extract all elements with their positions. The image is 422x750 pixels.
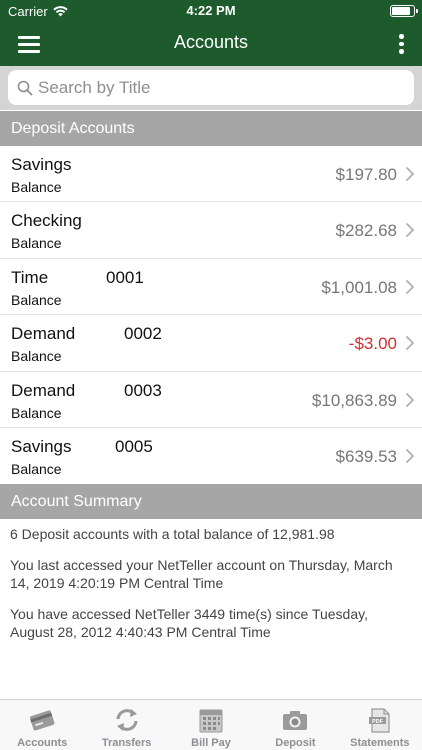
summary-last-access-text: You last accessed your NetTeller account… [10, 557, 393, 591]
pdf-document-icon: PDF [368, 708, 390, 733]
chevron-right-icon [406, 279, 414, 294]
account-number: 0001 [106, 267, 144, 287]
tab-transfers[interactable]: Transfers [84, 700, 168, 750]
battery-icon [390, 5, 418, 17]
status-bar: Carrier 4:22 PM [0, 0, 422, 22]
tab-bill-pay[interactable]: Bill Pay [169, 700, 253, 750]
account-amount: $197.80 [335, 165, 397, 184]
account-balance-label: Balance [11, 348, 62, 365]
account-balance-label: Balance [11, 291, 62, 308]
account-balance-label: Balance [11, 460, 62, 477]
account-row[interactable]: Savings 0005 Balance $639.53 [0, 428, 422, 484]
account-name: Savings [11, 436, 72, 456]
tab-deposit[interactable]: Deposit [253, 700, 337, 750]
account-name: Demand [11, 324, 76, 344]
camera-icon [283, 711, 308, 730]
calendar-icon [199, 709, 223, 733]
search-box[interactable] [8, 70, 414, 105]
summary-total-text: 6 Deposit accounts with a total balance … [10, 526, 335, 542]
more-options-icon[interactable] [398, 34, 406, 54]
account-name: Savings [11, 155, 72, 174]
card-icon [30, 710, 55, 731]
account-amount: -$3.00 [348, 334, 397, 354]
chevron-right-icon [406, 336, 414, 351]
battery-level [392, 7, 410, 15]
tab-label: Bill Pay [191, 737, 231, 749]
account-name: Demand [11, 380, 76, 400]
account-amount: $282.68 [335, 221, 397, 241]
chevron-right-icon [406, 167, 414, 181]
tab-accounts[interactable]: Accounts [0, 700, 84, 750]
account-row[interactable]: Demand 0003 Balance $10,863.89 [0, 372, 422, 428]
account-balance-label: Balance [11, 404, 62, 421]
app-header: Carrier 4:22 PM Accounts [0, 0, 422, 66]
chevron-right-icon [406, 392, 414, 407]
transfer-arrows-icon [116, 709, 138, 731]
chevron-right-icon [406, 449, 414, 463]
svg-text:PDF: PDF [372, 719, 384, 725]
account-summary-header: Account Summary [0, 484, 422, 519]
account-amount: $10,863.89 [311, 390, 397, 410]
account-number: 0002 [124, 324, 162, 344]
page-title: Accounts [173, 32, 249, 52]
nav-bar: Accounts [0, 22, 422, 66]
tab-bar: Accounts Transfers Bill Pay Deposit PDF … [0, 699, 422, 750]
account-balance-label: Balance [11, 235, 62, 252]
tab-statements[interactable]: PDF Statements [338, 700, 422, 750]
account-row[interactable]: Demand 0002 Balance -$3.00 [0, 315, 422, 372]
account-row[interactable]: Savings Balance $197.80 [0, 146, 422, 203]
summary-access-count-text: You have accessed NetTeller 3449 time(s)… [10, 606, 368, 640]
account-row[interactable]: Time 0001 Balance $1,001.08 [0, 259, 422, 316]
search-input[interactable] [38, 70, 408, 105]
account-summary: 6 Deposit accounts with a total balance … [0, 519, 422, 641]
status-time: 4:22 PM [186, 3, 236, 18]
tab-label: Deposit [275, 737, 316, 749]
tab-label: Accounts [17, 737, 68, 749]
tab-label: Statements [350, 737, 410, 749]
chevron-right-icon [406, 223, 414, 238]
tab-label: Transfers [101, 737, 152, 749]
search-icon [17, 80, 33, 96]
account-balance-label: Balance [11, 179, 62, 195]
account-number: 0005 [115, 436, 153, 456]
account-amount: $639.53 [335, 446, 397, 466]
deposit-accounts-header: Deposit Accounts [0, 111, 422, 146]
account-name: Time [11, 267, 49, 287]
accounts-list: Savings Balance $197.80 Checking Balance… [0, 146, 422, 484]
account-row[interactable]: Checking Balance $282.68 [0, 202, 422, 259]
account-amount: $1,001.08 [321, 277, 397, 297]
account-number: 0003 [124, 380, 162, 400]
search-bar [0, 66, 422, 110]
account-name: Checking [11, 211, 82, 231]
